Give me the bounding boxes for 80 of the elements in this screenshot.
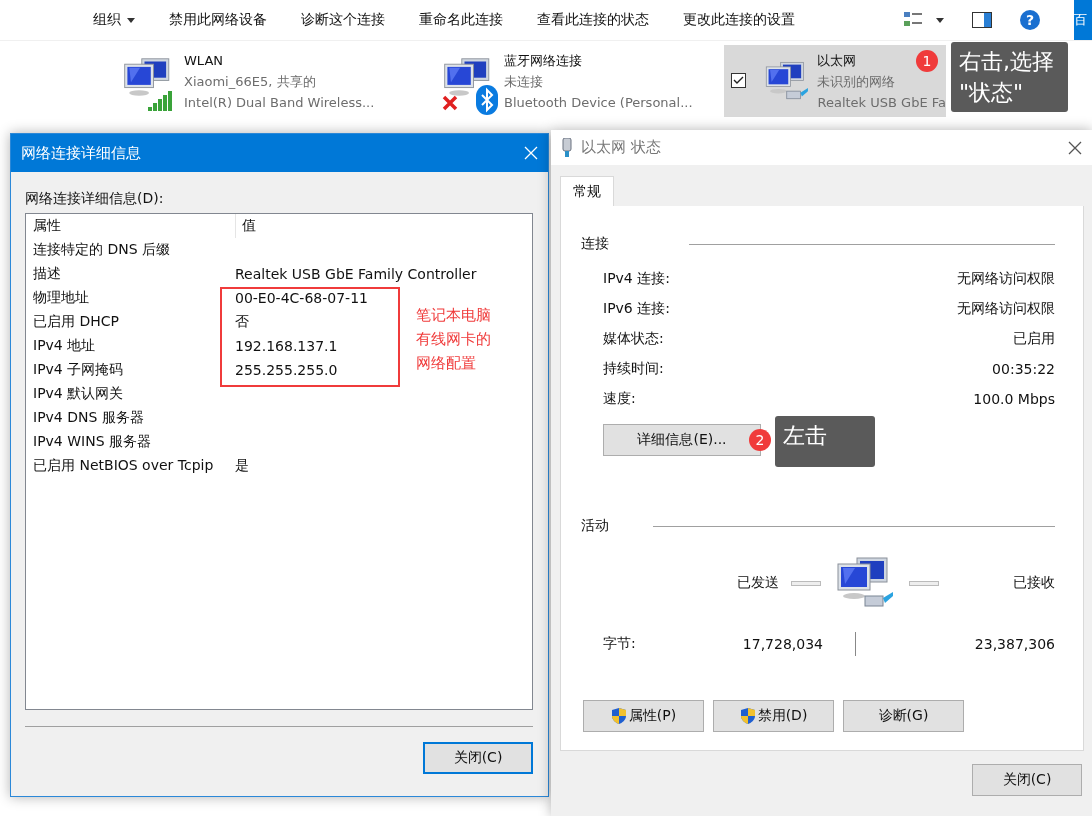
window-title: 网络连接详细信息 — [21, 143, 142, 163]
status-label: IPv6 连接: — [603, 300, 670, 318]
toolbar-button[interactable]: 重命名此连接 — [402, 0, 520, 40]
step-badge: 2 — [749, 429, 771, 451]
status-value: 已启用 — [1013, 330, 1055, 348]
received-label: 已接收 — [1013, 574, 1055, 592]
annotation-note: 笔记本电脑有线网卡的网络配置 — [416, 305, 492, 374]
value-cell: 00-E0-4C-68-07-11 — [235, 290, 368, 306]
caret-icon[interactable] — [936, 17, 944, 23]
connection-device: Intel(R) Dual Band Wireless... — [184, 93, 375, 112]
connection-item[interactable]: 蓝牙网络连接 未连接 Bluetooth Device (Personal... — [438, 45, 724, 117]
window-title: 以太网 状态 — [581, 138, 662, 157]
list-label: 网络连接详细信息(D): — [25, 190, 165, 208]
property-cell: 描述 — [33, 265, 61, 283]
bluetooth-icon — [476, 85, 498, 115]
property-cell: IPv4 DNS 服务器 — [33, 409, 144, 427]
toolbar-button[interactable]: 更改此连接的设置 — [666, 0, 812, 40]
toolbar-button[interactable]: 禁用此网络设备 — [152, 0, 284, 40]
value-cell: 192.168.137.1 — [235, 338, 338, 354]
taskbar-tab[interactable]: 百 — [1074, 0, 1092, 40]
status-label: 持续时间: — [603, 360, 664, 378]
value-cell: 否 — [235, 313, 249, 331]
toolbar-button[interactable]: 组织 — [93, 0, 152, 40]
callout-tooltip: 左击 — [775, 416, 875, 467]
shield-icon — [739, 707, 756, 725]
network-computer-icon — [835, 556, 895, 610]
view-options-icon[interactable] — [904, 12, 922, 28]
connection-name: WLAN — [184, 51, 223, 70]
column-header[interactable]: 属性 — [33, 214, 235, 238]
cable-plug-icon — [561, 137, 573, 158]
connection-name: 以太网 — [817, 51, 857, 70]
connection-item[interactable]: WLAN Xiaomi_66E5, 共享的 Intel(R) Dual Band Wireless... — [118, 45, 438, 117]
status-label: 速度: — [603, 390, 636, 408]
property-cell: 已启用 DHCP — [33, 313, 119, 331]
bytes-received: 23,387,306 — [974, 636, 1055, 652]
connection-device: Bluetooth Device (Personal... — [504, 93, 693, 112]
checkbox[interactable] — [731, 73, 746, 88]
status-value: 00:35:22 — [992, 361, 1055, 377]
preview-pane-icon[interactable] — [972, 12, 992, 28]
connection-status: 未识别的网络 — [817, 72, 896, 91]
toolbar-button[interactable]: 诊断这个连接 — [284, 0, 402, 40]
signal-bars-icon — [148, 89, 174, 111]
close-button[interactable]: 关闭(C) — [972, 764, 1082, 796]
column-header[interactable]: 值 — [235, 214, 532, 238]
property-cell: 已启用 NetBIOS over Tcpip — [33, 457, 214, 475]
close-icon[interactable] — [1068, 140, 1082, 155]
status-label: IPv4 连接: — [603, 270, 670, 288]
bytes-sent: 17,728,034 — [742, 636, 823, 652]
property-cell: IPv4 WINS 服务器 — [33, 433, 151, 451]
caret-icon — [127, 17, 135, 23]
connection-status: Xiaomi_66E5, 共享的 — [184, 72, 316, 91]
status-value: 无网络访问权限 — [957, 300, 1055, 318]
status-value: 无网络访问权限 — [957, 270, 1055, 288]
action-button[interactable]: 诊断(G) — [843, 700, 964, 732]
help-button[interactable]: ? — [1020, 10, 1040, 30]
property-cell: IPv4 默认网关 — [33, 385, 124, 403]
property-cell: 连接特定的 DNS 后缀 — [33, 241, 171, 259]
status-value: 100.0 Mbps — [973, 391, 1055, 407]
section-heading: 活动 — [581, 517, 609, 535]
shield-icon — [610, 707, 627, 725]
property-cell: IPv4 子网掩码 — [33, 361, 124, 379]
section-heading: 连接 — [581, 235, 609, 253]
value-cell: 255.255.255.0 — [235, 362, 338, 378]
bytes-label: 字节: — [603, 635, 637, 653]
close-button[interactable]: 关闭(C) — [423, 742, 533, 774]
property-cell: 物理地址 — [33, 289, 89, 307]
toolbar-button[interactable]: 查看此连接的状态 — [520, 0, 666, 40]
sent-label: 已发送 — [737, 574, 779, 592]
action-button[interactable]: 禁用(D) — [713, 700, 834, 732]
connection-name: 蓝牙网络连接 — [504, 51, 582, 70]
status-label: 媒体状态: — [603, 330, 664, 348]
connection-status: 未连接 — [504, 72, 543, 91]
value-cell: Realtek USB GbE Family Controller — [235, 266, 477, 282]
error-cross-icon — [442, 95, 458, 111]
callout-tooltip: 右击,选择 "状态" — [951, 42, 1068, 112]
value-cell: 是 — [235, 457, 249, 475]
property-cell: IPv4 地址 — [33, 337, 96, 355]
connection-device: Realtek USB GbE Fa — [817, 93, 946, 112]
action-button[interactable]: 属性(P) — [583, 700, 704, 732]
tab[interactable]: 常规 — [560, 176, 614, 206]
